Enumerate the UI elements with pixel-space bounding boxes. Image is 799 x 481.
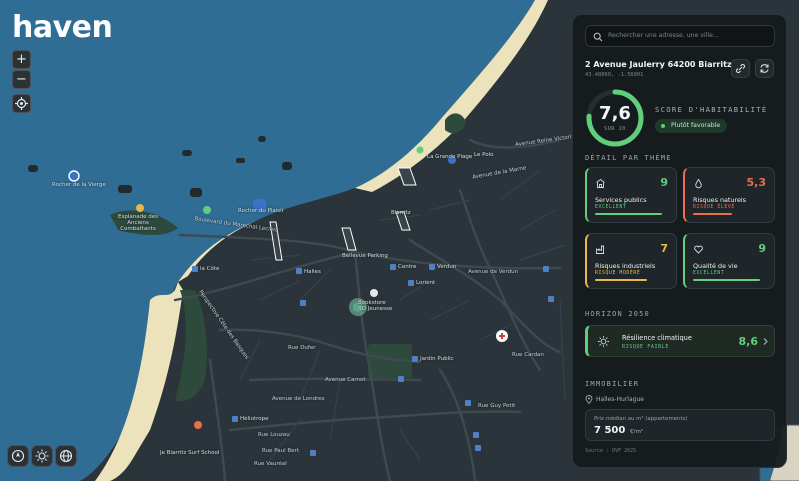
theme-card-services-publics[interactable]: 9 Services publics EXCELLENT (585, 167, 677, 223)
link-icon (735, 63, 746, 74)
theme-score: 9 (758, 242, 766, 255)
theme-status: RISQUE MODÉRÉ (595, 271, 641, 276)
map-label-bookstore[interactable]: Bookstore BD Jeunesse (358, 300, 394, 312)
status-dot (661, 124, 665, 128)
map-pin-icon (585, 395, 593, 404)
address-title: 2 Avenue Jaulerry 64200 Biarritz (585, 60, 732, 69)
theme-score: 5,3 (746, 176, 767, 189)
map-label-verdun[interactable]: Verdun (437, 264, 456, 270)
globe-button[interactable] (55, 445, 77, 467)
map-label-la-cote[interactable]: la Côte (200, 266, 219, 272)
refresh-icon (760, 64, 769, 73)
compass-icon (11, 449, 25, 463)
price-source: Source : DVF 2025 (585, 448, 637, 454)
search-input[interactable]: Rechercher une adresse, une ville... (585, 25, 775, 47)
theme-status: EXCELLENT (693, 271, 725, 276)
map-label-le-polo[interactable]: Le Polo (474, 152, 493, 158)
price-card: Prix médian au m² (appartements) 7 500 €… (585, 409, 775, 441)
map-label-surf-school[interactable]: Je Biarritz Surf School (160, 450, 219, 456)
map-label-rue-dufer: Rue Dufer (288, 345, 316, 351)
map-label-rocher-vierge[interactable]: Rocher de la Vierge (52, 182, 106, 188)
chevron-right-icon (763, 338, 768, 345)
map-label-lorient[interactable]: Lorient (416, 280, 435, 286)
map-label-biarritz[interactable]: Biarritz (391, 210, 411, 216)
sun-icon (35, 449, 49, 463)
theme-card-risques-naturels[interactable]: 5,3 Risques naturels RISQUE ÉLEVÉ (683, 167, 775, 223)
price-label: Prix médian au m² (appartements) (594, 416, 688, 422)
price-unit: €/m² (630, 429, 644, 435)
map-label-rue-louzau: Rue Louzau (258, 432, 290, 438)
app-root: haven + − Rocher de la Vierge Esplanade … (0, 0, 799, 481)
theme-toggle-button[interactable] (31, 445, 53, 467)
droplet-icon (695, 178, 702, 189)
map-label-avenue-londres: Avenue de Londres (272, 396, 325, 402)
haven-logo: haven (12, 10, 113, 45)
score-verdict: Plutôt favorable (671, 122, 721, 129)
price-value: 7 500 (594, 425, 626, 436)
map-label-grande-plage[interactable]: La Grande Plage (427, 154, 472, 160)
search-icon (593, 32, 603, 42)
theme-title: Risques naturels (693, 196, 746, 204)
map-label-rue-paul-bert: Rue Paul Bert (262, 448, 299, 454)
resilience-title: Résilience climatique (622, 334, 692, 342)
map-label-esplanade[interactable]: Esplanade des Anciens Combattants (114, 214, 162, 232)
themes-section-title: DÉTAIL PAR THÈME (585, 154, 672, 162)
zoom-out-button[interactable]: − (12, 70, 31, 89)
refresh-button[interactable] (755, 59, 774, 78)
globe-icon (59, 449, 73, 463)
score-value: 7,6 (599, 103, 631, 124)
copy-link-button[interactable] (731, 59, 750, 78)
search-placeholder: Rechercher une adresse, une ville... (608, 32, 719, 39)
theme-score: 7 (660, 242, 668, 255)
map-label-rue-cardan: Rue Cardan (512, 352, 544, 358)
theme-status: EXCELLENT (595, 205, 627, 210)
map-label-halles[interactable]: Halles (304, 269, 321, 275)
map-label-rue-guy-petit: Rue Guy Petit (478, 403, 516, 409)
location-panel: Rechercher une adresse, une ville... 2 A… (572, 14, 787, 468)
coordinates: 43.48060, -1.56001 (585, 72, 644, 78)
theme-title: Qualité de vie (693, 262, 738, 270)
map-label-avenue-verdun: Avenue de Verdun (468, 269, 519, 275)
crosshair-icon (15, 97, 28, 110)
sun-icon (598, 336, 609, 347)
horizon-section-title: HORIZON 2050 (585, 310, 650, 318)
map-label-centre[interactable]: Centre (398, 264, 416, 270)
theme-level-bar (693, 213, 733, 215)
factory-icon (596, 245, 604, 254)
heart-icon (694, 245, 703, 254)
theme-level-bar (595, 213, 662, 215)
theme-title: Services publics (595, 196, 647, 204)
resilience-score: 8,6 (738, 335, 759, 348)
zoom-in-button[interactable]: + (12, 50, 31, 69)
building-icon (596, 178, 605, 188)
map-label-rocher-plaisir[interactable]: Rocher du Plaisir (238, 208, 284, 214)
locate-me-button[interactable] (12, 94, 31, 113)
theme-status: RISQUE ÉLEVÉ (693, 205, 735, 210)
compass-button[interactable] (7, 445, 29, 467)
map-label-bellevue-parking[interactable]: Bellevue Parking (342, 253, 388, 259)
theme-score: 9 (660, 176, 668, 189)
map-label-heliotrope[interactable]: Héliotrope (240, 416, 268, 422)
theme-card-qualite-de-vie[interactable]: 9 Qualité de vie EXCELLENT (683, 233, 775, 289)
map-label-avenue-carnot: Avenue Carnot (325, 377, 366, 383)
location-name: Halles-Hurlague (596, 396, 644, 403)
theme-title: Risques industriels (595, 262, 656, 270)
resilience-status: RISQUE FAIBLE (622, 344, 669, 350)
score-verdict-badge: Plutôt favorable (655, 119, 728, 133)
score-title: SCORE D'HABITABILITÉ (655, 105, 768, 114)
theme-level-bar (595, 279, 647, 281)
theme-card-risques-industriels[interactable]: 7 Risques industriels RISQUE MODÉRÉ (585, 233, 677, 289)
immobilier-section-title: IMMOBILIER (585, 380, 640, 388)
score-max: SUR 10 (604, 126, 626, 132)
map-label-rue-vaureal: Rue Vauréal (254, 461, 287, 467)
theme-level-bar (693, 279, 760, 281)
resilience-card[interactable]: Résilience climatique RISQUE FAIBLE 8,6 (585, 325, 775, 357)
map-label-jardin-public[interactable]: Jardin Public (420, 356, 454, 362)
